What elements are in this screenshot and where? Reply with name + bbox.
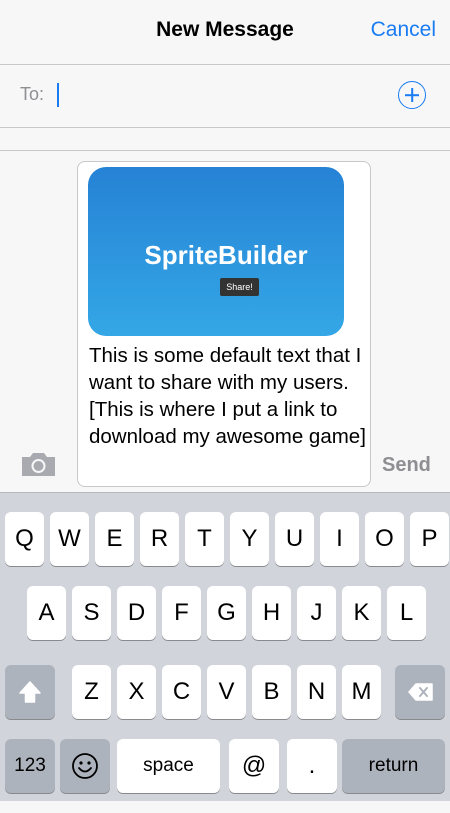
key-n[interactable]: N [297, 665, 336, 719]
divider [0, 127, 450, 128]
keyboard: Q W E R T Y U I O P A S D F G H J K L Z … [0, 492, 450, 801]
recipient-input[interactable] [56, 79, 376, 109]
send-button[interactable]: Send [382, 454, 431, 477]
period-key[interactable]: . [287, 739, 337, 793]
app-name: SpriteBuilder [144, 240, 308, 270]
key-b[interactable]: B [252, 665, 291, 719]
key-s[interactable]: S [72, 586, 111, 640]
space-key[interactable]: space [117, 739, 220, 793]
key-e[interactable]: E [95, 512, 134, 566]
recipient-row: To: [0, 65, 450, 127]
key-y[interactable]: Y [230, 512, 269, 566]
key-j[interactable]: J [297, 586, 336, 640]
emoji-key[interactable] [60, 739, 110, 793]
key-h[interactable]: H [252, 586, 291, 640]
numbers-key[interactable]: 123 [5, 739, 55, 793]
shift-arrow-icon [19, 681, 41, 703]
key-t[interactable]: T [185, 512, 224, 566]
key-k[interactable]: K [342, 586, 381, 640]
key-i[interactable]: I [320, 512, 359, 566]
key-a[interactable]: A [27, 586, 66, 640]
key-l[interactable]: L [387, 586, 426, 640]
key-x[interactable]: X [117, 665, 156, 719]
key-c[interactable]: C [162, 665, 201, 719]
at-key[interactable]: @ [229, 739, 279, 793]
key-r[interactable]: R [140, 512, 179, 566]
key-p[interactable]: P [410, 512, 449, 566]
shift-key[interactable] [5, 665, 55, 719]
backspace-icon [408, 683, 433, 701]
key-m[interactable]: M [342, 665, 381, 719]
key-f[interactable]: F [162, 586, 201, 640]
key-z[interactable]: Z [72, 665, 111, 719]
nav-bar: New Message Cancel [0, 0, 450, 64]
key-v[interactable]: V [207, 665, 246, 719]
share-image: SpriteBuilder Share! [88, 167, 344, 336]
key-q[interactable]: Q [5, 512, 44, 566]
emoji-icon [72, 753, 98, 779]
message-text[interactable]: This is some default text that I want to… [89, 342, 367, 450]
key-d[interactable]: D [117, 586, 156, 640]
share-button-image: Share! [220, 278, 259, 296]
to-label: To: [20, 84, 45, 104]
cancel-button[interactable]: Cancel [371, 18, 436, 42]
key-o[interactable]: O [365, 512, 404, 566]
return-key[interactable]: return [342, 739, 445, 793]
text-caret [57, 83, 59, 107]
delete-key[interactable] [395, 665, 445, 719]
key-g[interactable]: G [207, 586, 246, 640]
key-w[interactable]: W [50, 512, 89, 566]
plus-circle-icon[interactable] [398, 81, 426, 109]
camera-icon[interactable] [20, 450, 57, 478]
key-u[interactable]: U [275, 512, 314, 566]
